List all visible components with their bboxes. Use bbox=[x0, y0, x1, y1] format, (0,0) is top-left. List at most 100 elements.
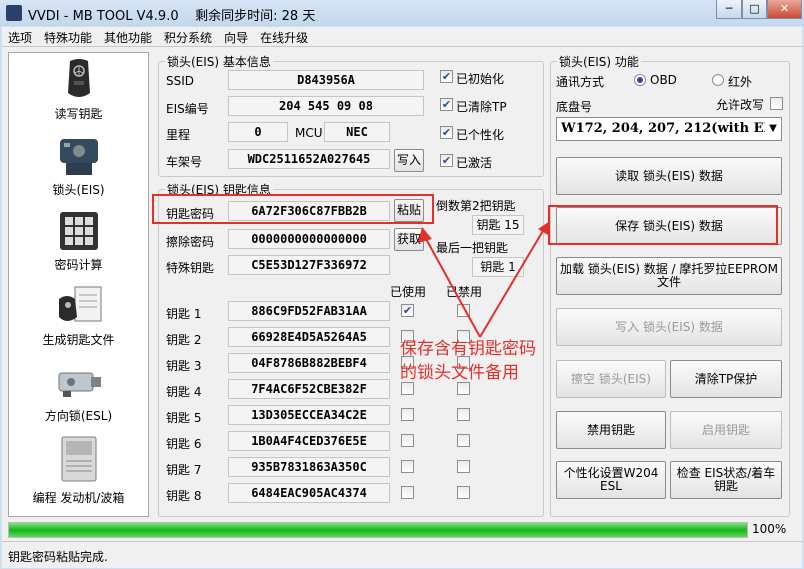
obd-radio[interactable] bbox=[634, 74, 646, 86]
key-disabled-checkbox[interactable] bbox=[457, 434, 470, 447]
key-disabled-checkbox[interactable] bbox=[457, 486, 470, 499]
sidebar: 读写钥匙 锁头(EIS) 密码计算 生成钥匙文件 方向锁(ESL) 编程 发动机… bbox=[8, 52, 149, 517]
allow-edit-checkbox[interactable] bbox=[770, 97, 783, 110]
obd-label: OBD bbox=[650, 73, 677, 87]
check-eis-status-button[interactable]: 检查 EIS状态/着车钥匙 bbox=[670, 461, 782, 499]
key-fob-icon bbox=[67, 59, 90, 97]
app-window: VVDI - MB TOOL V4.9.0 剩余同步时间: 28 天 ─ □ ✕… bbox=[0, 0, 804, 569]
key-label: 钥匙 6 bbox=[166, 437, 202, 451]
chassis-selected-value: W172, 204, 207, 212(with ELV) bbox=[561, 121, 782, 136]
key-value-field[interactable]: 04F8786B882BEBF4 bbox=[228, 353, 390, 373]
maximize-button[interactable]: □ bbox=[742, 0, 767, 19]
write-eis-button[interactable]: 写入 锁头(EIS) 数据 bbox=[556, 308, 782, 346]
menu-wizard[interactable]: 向导 bbox=[218, 27, 254, 46]
infrared-label: 红外 bbox=[728, 75, 753, 89]
progress-bar bbox=[8, 522, 748, 538]
mileage-label: 里程 bbox=[166, 128, 191, 142]
window-title: VVDI - MB TOOL V4.9.0 剩余同步时间: 28 天 bbox=[28, 9, 316, 24]
mileage-field[interactable]: 0 bbox=[228, 122, 288, 142]
keypad-calculator-icon bbox=[59, 212, 98, 250]
chevron-down-icon: ▼ bbox=[765, 118, 781, 140]
vin-field[interactable]: WDC2511652A027645 bbox=[228, 149, 390, 169]
key-value-field[interactable]: 1B0A4F4CED376E5E bbox=[228, 431, 390, 451]
key-value-field[interactable]: 66928E4D5A5264A5 bbox=[228, 327, 390, 347]
close-button[interactable]: ✕ bbox=[767, 0, 802, 19]
read-eis-button[interactable]: 读取 锁头(EIS) 数据 bbox=[556, 157, 782, 195]
progress-percent: 100% bbox=[752, 522, 787, 536]
key-disabled-checkbox[interactable] bbox=[457, 460, 470, 473]
activated-label: 已激活 bbox=[456, 156, 493, 170]
progress-fill bbox=[9, 523, 747, 537]
annotation-arrows bbox=[418, 221, 550, 338]
special-key-field[interactable]: C5E53D127F336972 bbox=[228, 255, 390, 275]
tp-cleared-label: 已清除TP bbox=[456, 100, 507, 114]
sidebar-item-key-file[interactable]: 生成钥匙文件 bbox=[9, 283, 148, 348]
sidebar-item-password-calc[interactable]: 密码计算 bbox=[9, 208, 148, 273]
erase-eis-button[interactable]: 擦空 锁头(EIS) bbox=[556, 360, 666, 398]
minimize-button[interactable]: ─ bbox=[716, 0, 742, 19]
enable-key-button[interactable]: 启用钥匙 bbox=[670, 411, 782, 449]
sidebar-item-read-key[interactable]: 读写钥匙 bbox=[9, 57, 148, 122]
main-content: 读写钥匙 锁头(EIS) 密码计算 生成钥匙文件 方向锁(ESL) 编程 发动机… bbox=[2, 47, 802, 568]
key-used-checkbox[interactable] bbox=[401, 460, 414, 473]
menu-bar: 选项 特殊功能 其他功能 积分系统 向导 在线升级 bbox=[2, 27, 802, 47]
personalized-label: 已个性化 bbox=[456, 128, 505, 142]
key-value-field[interactable]: 886C9FD52FAB31AA bbox=[228, 301, 390, 321]
status-text: 钥匙密码粘贴完成. bbox=[8, 550, 108, 564]
key-disabled-checkbox[interactable] bbox=[457, 408, 470, 421]
ssid-label: SSID bbox=[166, 74, 195, 88]
ssid-field[interactable]: D843956A bbox=[228, 70, 424, 90]
key-used-checkbox[interactable] bbox=[401, 408, 414, 421]
save-button-highlight bbox=[548, 205, 778, 245]
mcu-label: MCU bbox=[295, 126, 323, 140]
key-value-field[interactable]: 13D305ECCEA34C2E bbox=[228, 405, 390, 425]
key-value-field[interactable]: 935B7831863A350C bbox=[228, 457, 390, 477]
chassis-dropdown[interactable]: W172, 204, 207, 212(with ELV) ▼ bbox=[556, 117, 782, 141]
sidebar-item-eis[interactable]: 锁头(EIS) bbox=[9, 133, 148, 198]
load-eis-button[interactable]: 加载 锁头(EIS) 数据 / 摩托罗拉EEPROM文件 bbox=[556, 257, 782, 295]
activated-checkbox[interactable]: ✔ bbox=[440, 154, 453, 167]
eis-number-label: EIS编号 bbox=[166, 102, 209, 116]
status-bar: 钥匙密码粘贴完成. bbox=[2, 541, 802, 568]
key-used-checkbox[interactable] bbox=[401, 486, 414, 499]
menu-points[interactable]: 积分系统 bbox=[158, 27, 218, 46]
clear-tp-button[interactable]: 清除TP保护 bbox=[670, 360, 782, 398]
initialized-checkbox[interactable]: ✔ bbox=[440, 70, 453, 83]
key-label: 钥匙 2 bbox=[166, 333, 202, 347]
menu-other[interactable]: 其他功能 bbox=[98, 27, 158, 46]
menu-options[interactable]: 选项 bbox=[2, 27, 38, 46]
erase-password-field[interactable]: 0000000000000000 bbox=[228, 229, 390, 249]
key-used-checkbox[interactable] bbox=[401, 434, 414, 447]
write-vin-button[interactable]: 写入 bbox=[394, 149, 424, 172]
menu-special[interactable]: 特殊功能 bbox=[38, 27, 98, 46]
key-value-field[interactable]: 6484EAC905AC4374 bbox=[228, 483, 390, 503]
annotation-line-1: 保存含有钥匙密码 bbox=[400, 339, 536, 359]
personalized-checkbox[interactable]: ✔ bbox=[440, 126, 453, 139]
annotation-note: 保存含有钥匙密码 的锁头文件备用 bbox=[400, 337, 536, 385]
sidebar-item-esl[interactable]: 方向锁(ESL) bbox=[9, 359, 148, 424]
mcu-field[interactable]: NEC bbox=[324, 122, 390, 142]
key-label: 钥匙 4 bbox=[166, 385, 202, 399]
key-value-field[interactable]: 7F4AC6F52CBE382F bbox=[228, 379, 390, 399]
eis-number-field[interactable]: 204 545 09 08 bbox=[228, 96, 424, 116]
allow-edit-label: 允许改写 bbox=[716, 98, 765, 112]
key-label: 钥匙 1 bbox=[166, 307, 202, 321]
app-icon bbox=[6, 5, 22, 21]
group-title: 锁头(EIS) 功能 bbox=[559, 55, 639, 69]
disable-key-button[interactable]: 禁用钥匙 bbox=[556, 411, 666, 449]
chassis-label: 底盘号 bbox=[556, 100, 593, 114]
tp-cleared-checkbox[interactable]: ✔ bbox=[440, 98, 453, 111]
ecu-module-icon bbox=[61, 436, 96, 482]
sidebar-item-ecu[interactable]: 编程 发动机/波箱 bbox=[9, 433, 148, 506]
menu-update[interactable]: 在线升级 bbox=[254, 27, 314, 46]
steering-lock-icon bbox=[58, 372, 101, 397]
key-label: 钥匙 5 bbox=[166, 411, 202, 425]
special-key-label: 特殊钥匙 bbox=[166, 261, 215, 275]
key-file-icon bbox=[58, 286, 101, 322]
personalize-esl-button[interactable]: 个性化设置W204 ESL bbox=[556, 461, 666, 499]
infrared-radio[interactable] bbox=[712, 74, 724, 86]
key-label: 钥匙 3 bbox=[166, 359, 202, 373]
comm-mode-label: 通讯方式 bbox=[556, 75, 605, 89]
annotation-line-2: 的锁头文件备用 bbox=[400, 363, 519, 383]
ignition-lock-icon bbox=[59, 139, 98, 175]
